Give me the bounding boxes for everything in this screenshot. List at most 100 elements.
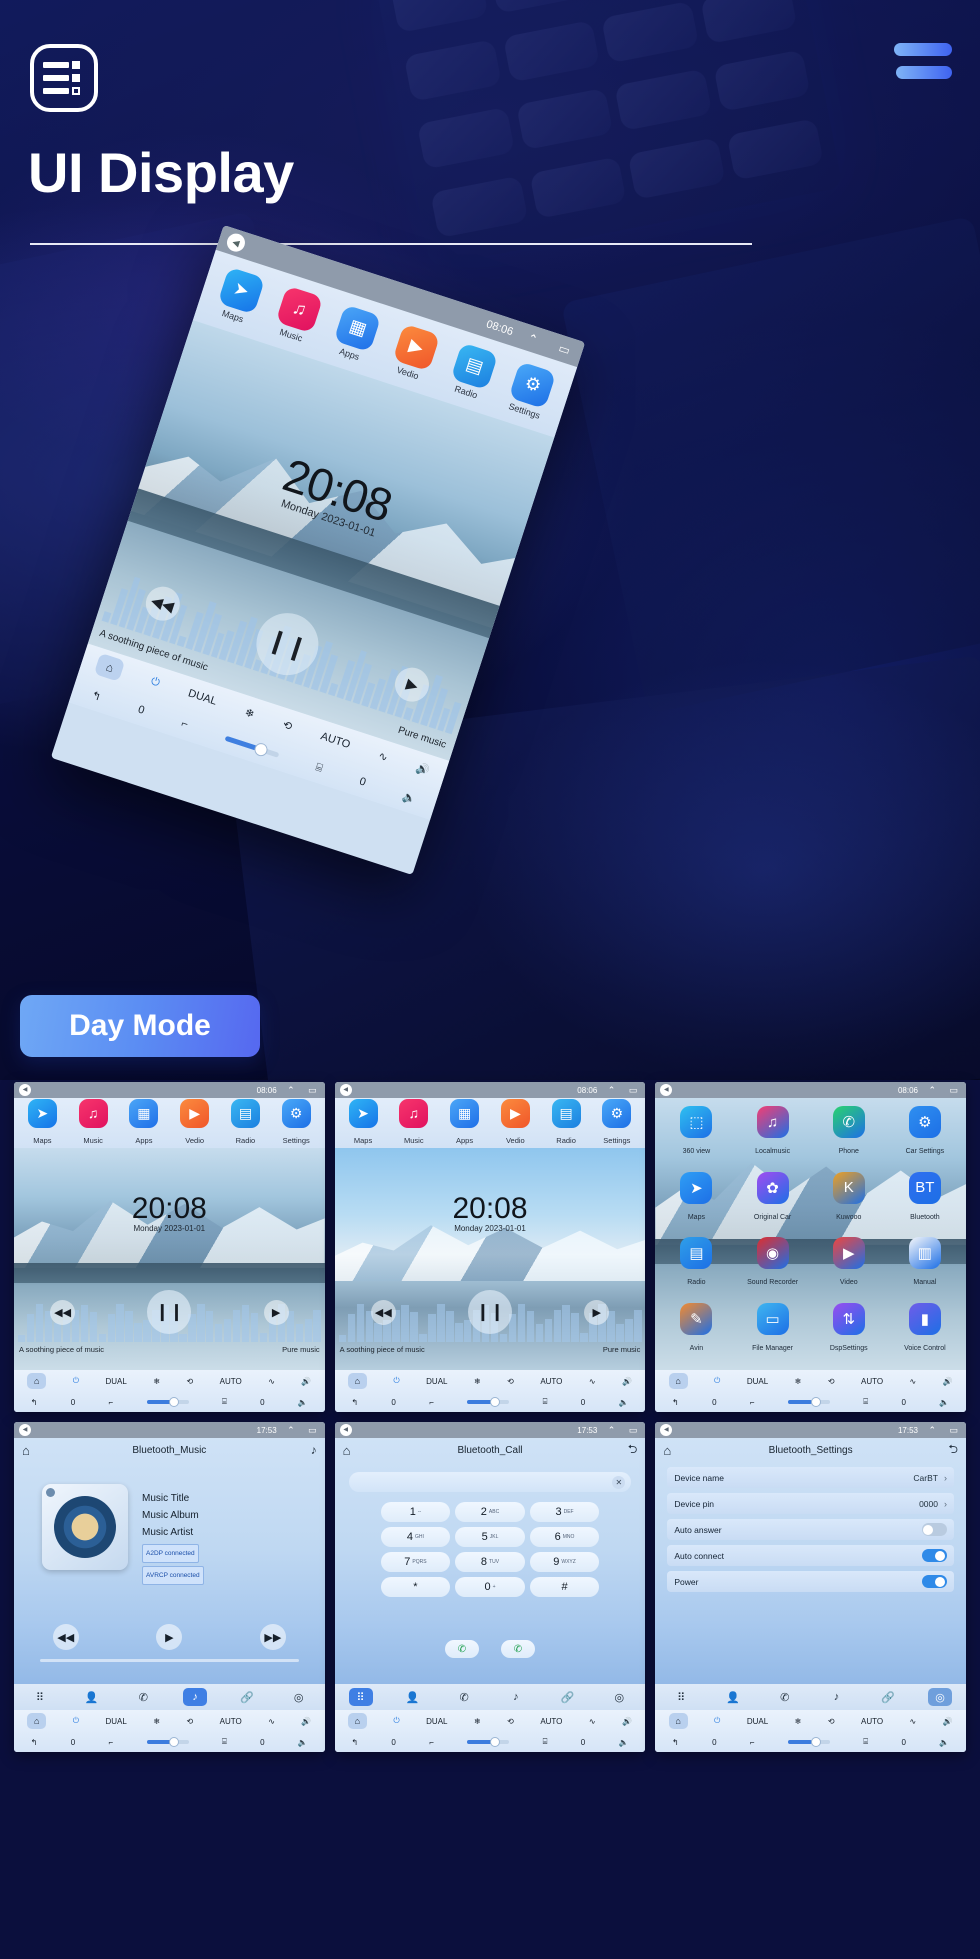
fan-icon[interactable]: ∿ bbox=[589, 1377, 596, 1386]
power-icon[interactable]: ⏻ bbox=[714, 1376, 720, 1386]
app-voice-control[interactable]: ▮ Voice Control bbox=[888, 1302, 962, 1367]
app-video[interactable]: ▶ Video bbox=[812, 1237, 886, 1301]
tab-phone[interactable]: ✆ bbox=[773, 1688, 797, 1706]
app-file-manager[interactable]: ▭ File Manager bbox=[735, 1302, 809, 1367]
tab-music[interactable]: ♪ bbox=[825, 1688, 849, 1706]
app-phone[interactable]: ✆ Phone bbox=[812, 1106, 886, 1170]
snowflake-icon[interactable]: ❄ bbox=[153, 1717, 160, 1726]
setting-row-device-pin[interactable]: Device pin 0000 › bbox=[667, 1493, 954, 1514]
snowflake-icon[interactable]: ❄ bbox=[474, 1717, 481, 1726]
power-icon[interactable]: ⏻ bbox=[393, 1716, 399, 1726]
home-icon[interactable]: ⌂ bbox=[347, 1373, 367, 1389]
app-maps[interactable]: ➤ Maps bbox=[22, 1098, 62, 1148]
volume-icon[interactable]: 🔊 bbox=[943, 1717, 953, 1726]
air-recirculation-icon[interactable]: ⟲ bbox=[828, 1717, 835, 1726]
app-music[interactable]: ♫ Music bbox=[268, 284, 328, 347]
key-8[interactable]: 8 TUV bbox=[455, 1552, 525, 1572]
back-icon[interactable]: ◀ bbox=[19, 1084, 31, 1096]
volume-icon[interactable]: 🔊 bbox=[301, 1717, 311, 1726]
mute-icon[interactable]: 🔈 bbox=[939, 1738, 949, 1747]
toggle-auto-answer[interactable] bbox=[921, 1523, 947, 1536]
foot-vent-icon[interactable]: ⌐ bbox=[750, 1398, 755, 1407]
back-arrow-icon[interactable]: ↰ bbox=[351, 1738, 358, 1747]
power-icon[interactable]: ⏻ bbox=[393, 1376, 399, 1386]
recents-icon[interactable]: ▭ bbox=[629, 1085, 638, 1096]
home-icon[interactable]: ⌂ bbox=[668, 1373, 688, 1389]
chevron-up-icon[interactable]: ⌃ bbox=[608, 1085, 616, 1096]
dual-label[interactable]: DUAL bbox=[426, 1377, 447, 1386]
app-bluetooth[interactable]: BT Bluetooth bbox=[888, 1171, 962, 1236]
auto-label[interactable]: AUTO bbox=[220, 1717, 242, 1726]
mute-icon[interactable]: 🔈 bbox=[298, 1398, 308, 1407]
seat-heat-icon[interactable]: ⌸ bbox=[314, 761, 324, 775]
snowflake-icon[interactable]: ❄ bbox=[795, 1377, 802, 1386]
fan-speed-slider[interactable] bbox=[787, 1397, 830, 1407]
fan-icon[interactable]: ∿ bbox=[377, 749, 390, 764]
air-recirculation-icon[interactable]: ⟲ bbox=[507, 1717, 514, 1726]
app-radio[interactable]: ▤ Radio bbox=[443, 341, 503, 404]
tab-contacts[interactable]: 👤 bbox=[721, 1688, 745, 1706]
key-6[interactable]: 6 MNO bbox=[529, 1527, 600, 1547]
foot-vent-icon[interactable]: ⌐ bbox=[109, 1398, 114, 1407]
app-avin[interactable]: ✎ Avin bbox=[659, 1302, 733, 1367]
seat-heat-icon[interactable]: ⌸ bbox=[863, 1737, 868, 1747]
fan-speed-slider[interactable] bbox=[146, 1737, 189, 1747]
chevron-up-icon[interactable]: ⌃ bbox=[928, 1085, 936, 1096]
tab-link[interactable]: 🔗 bbox=[235, 1688, 259, 1706]
recents-icon[interactable]: ▭ bbox=[949, 1425, 958, 1436]
mute-icon[interactable]: 🔈 bbox=[298, 1738, 308, 1747]
home-icon[interactable]: ⌂ bbox=[27, 1713, 47, 1729]
key-#[interactable]: # bbox=[529, 1577, 600, 1597]
back-icon[interactable]: ◀ bbox=[224, 231, 248, 254]
hangup-icon[interactable]: ✆ bbox=[500, 1640, 535, 1658]
seat-heat-icon[interactable]: ⌸ bbox=[222, 1397, 227, 1407]
back-arrow-icon[interactable]: ↰ bbox=[672, 1738, 679, 1747]
auto-label[interactable]: AUTO bbox=[540, 1377, 562, 1386]
power-icon[interactable]: ⏻ bbox=[73, 1376, 79, 1386]
app-apps[interactable]: ▦ Apps bbox=[445, 1098, 485, 1148]
air-recirculation-icon[interactable]: ⟲ bbox=[281, 718, 294, 733]
tab-phone[interactable]: ✆ bbox=[131, 1688, 155, 1706]
app-settings[interactable]: ⚙ Settings bbox=[501, 360, 561, 423]
app-music[interactable]: ♫ Music bbox=[73, 1098, 113, 1148]
tab-phone[interactable]: ✆ bbox=[452, 1688, 476, 1706]
app-music[interactable]: ♫ Music bbox=[394, 1098, 434, 1148]
hamburger-menu-icon[interactable] bbox=[894, 43, 952, 79]
chevron-up-icon[interactable]: ⌃ bbox=[287, 1425, 295, 1436]
app-localmusic[interactable]: ♫ Localmusic bbox=[735, 1106, 809, 1170]
tab-settings[interactable]: ◎ bbox=[928, 1688, 953, 1706]
key-2[interactable]: 2 ABC bbox=[455, 1502, 525, 1522]
snowflake-icon[interactable]: ❄ bbox=[153, 1377, 160, 1386]
mute-icon[interactable]: 🔈 bbox=[619, 1398, 629, 1407]
app-apps[interactable]: ▦ Apps bbox=[124, 1098, 164, 1148]
home-icon[interactable]: ⌂ bbox=[347, 1713, 367, 1729]
tab-music[interactable]: ♪ bbox=[504, 1688, 528, 1706]
app-sound-recorder[interactable]: ◉ Sound Recorder bbox=[735, 1237, 809, 1301]
fan-icon[interactable]: ∿ bbox=[268, 1717, 275, 1726]
volume-icon[interactable]: 🔊 bbox=[415, 761, 432, 778]
play-icon[interactable]: ▶ bbox=[156, 1624, 183, 1650]
mute-icon[interactable]: 🔈 bbox=[939, 1398, 949, 1407]
app-maps[interactable]: ➤ Maps bbox=[659, 1171, 733, 1236]
key-1[interactable]: 1 -- bbox=[380, 1502, 451, 1522]
chevron-up-icon[interactable]: ⌃ bbox=[526, 331, 540, 347]
snowflake-icon[interactable]: ❄ bbox=[243, 705, 256, 720]
tab-dialpad[interactable]: ⠿ bbox=[28, 1688, 52, 1706]
app-dspsettings[interactable]: ⇅ DspSettings bbox=[812, 1302, 886, 1367]
tab-settings[interactable]: ◎ bbox=[287, 1688, 311, 1706]
pause-icon[interactable]: ❙❙ bbox=[147, 1290, 192, 1334]
key-7[interactable]: 7 PQRS bbox=[380, 1552, 451, 1572]
music-tab-icon[interactable]: ♪ bbox=[311, 1443, 317, 1457]
auto-label[interactable]: AUTO bbox=[220, 1377, 242, 1386]
back-icon[interactable]: ◀ bbox=[19, 1424, 31, 1436]
back-icon[interactable]: ◀ bbox=[660, 1424, 673, 1436]
skip-next-icon[interactable]: ▶ bbox=[390, 663, 434, 707]
fan-speed-slider[interactable] bbox=[787, 1737, 830, 1747]
tab-contacts[interactable]: 👤 bbox=[80, 1688, 104, 1706]
snowflake-icon[interactable]: ❄ bbox=[795, 1717, 802, 1726]
key-9[interactable]: 9 WXYZ bbox=[529, 1552, 600, 1572]
setting-row-power[interactable]: Power bbox=[667, 1571, 954, 1592]
recents-icon[interactable]: ▭ bbox=[308, 1085, 317, 1096]
power-icon[interactable]: ⏻ bbox=[149, 675, 161, 690]
pause-icon[interactable]: ❙❙ bbox=[467, 1290, 512, 1334]
